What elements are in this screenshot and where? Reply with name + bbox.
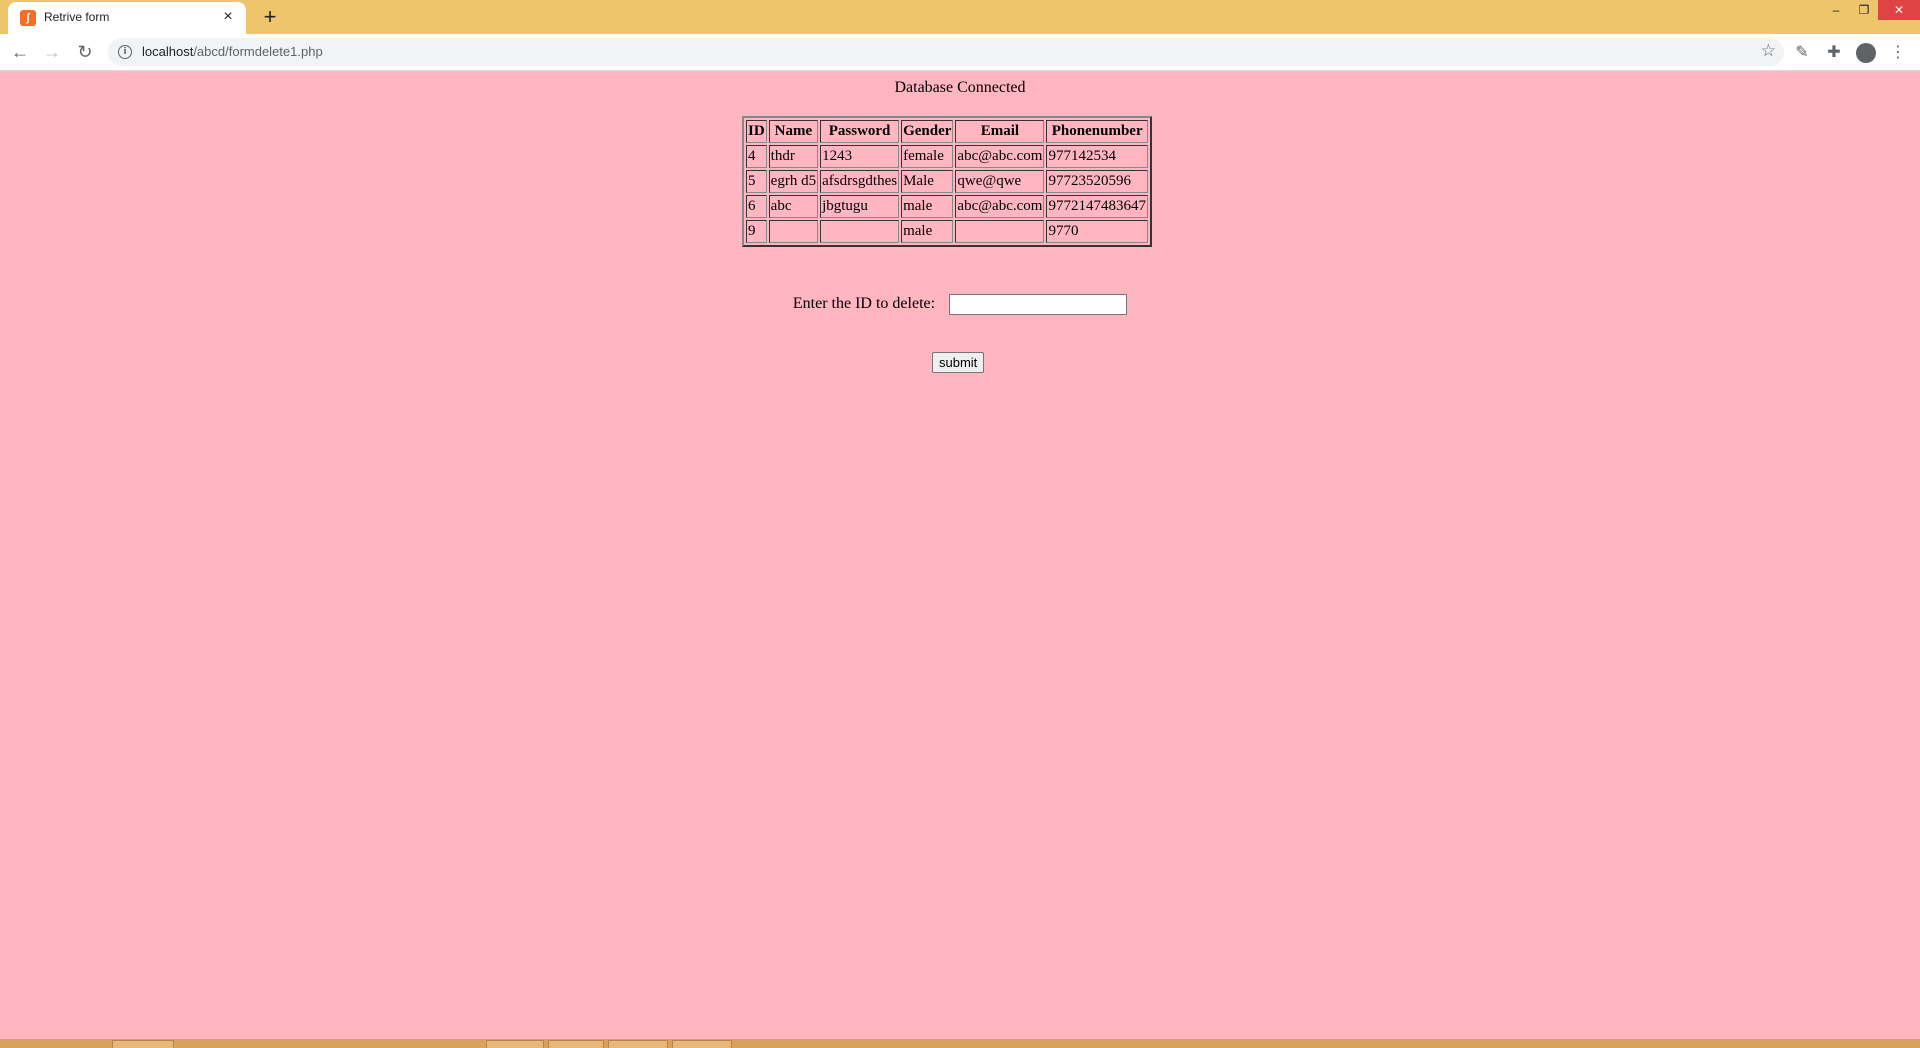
info-icon[interactable]: i — [118, 45, 132, 59]
column-header-phonenumber: Phonenumber — [1046, 120, 1148, 143]
cell-phonenumber: 97723520596 — [1046, 170, 1148, 193]
extensions-icon[interactable]: ✚ — [1822, 40, 1846, 64]
minimize-icon[interactable]: – — [1822, 0, 1850, 20]
delete-id-label: Enter the ID to delete: — [792, 295, 936, 313]
table-row: 6 abc jbgtugu male abc@abc.com 977214748… — [746, 195, 1148, 218]
reload-icon[interactable]: ↻ — [73, 40, 97, 64]
browser-window: ʃ Retrive form × + – ❐ ✕ ← → ↻ i localho… — [0, 0, 1920, 1048]
cell-email: abc@abc.com — [955, 145, 1045, 168]
delete-form-row: Enter the ID to delete: — [0, 294, 1920, 315]
column-header-name: Name — [768, 120, 819, 143]
records-table: ID Name Password Gender Email Phonenumbe… — [742, 116, 1152, 247]
cell-gender: male — [901, 220, 954, 243]
cell-phonenumber: 9772147483647 — [1046, 195, 1148, 218]
cell-email — [955, 220, 1045, 243]
cell-id: 9 — [746, 220, 767, 243]
cell-gender: male — [901, 195, 954, 218]
taskbar-item[interactable] — [486, 1040, 544, 1048]
url-path: /abcd/formdelete1.php — [193, 44, 323, 59]
cell-id: 6 — [746, 195, 767, 218]
taskbar-item[interactable] — [548, 1040, 604, 1048]
tab-close-icon[interactable]: × — [218, 7, 238, 27]
cell-name: abc — [768, 195, 819, 218]
cell-password: jbgtugu — [820, 195, 900, 218]
cell-id: 5 — [746, 170, 767, 193]
menu-icon[interactable]: ⋮ — [1886, 40, 1910, 64]
tab-retrive-form[interactable]: ʃ Retrive form × — [8, 2, 246, 34]
column-header-password: Password — [820, 120, 900, 143]
cell-id: 4 — [746, 145, 767, 168]
windows-taskbar — [0, 1039, 1920, 1048]
new-tab-button[interactable]: + — [258, 5, 282, 29]
cell-name — [768, 220, 819, 243]
cell-email: abc@abc.com — [955, 195, 1045, 218]
star-icon[interactable]: ☆ — [1761, 41, 1776, 61]
column-header-gender: Gender — [901, 120, 954, 143]
taskbar-item[interactable] — [112, 1040, 174, 1048]
browser-toolbar: ← → ↻ i localhost/abcd/formdelete1.php ☆… — [0, 34, 1920, 71]
column-header-email: Email — [955, 120, 1045, 143]
cell-gender: Male — [901, 170, 954, 193]
status-message: Database Connected — [894, 79, 1026, 96]
cell-name: egrh d5 — [768, 170, 819, 193]
page-content: Database Connected ID Name Password Gend… — [0, 71, 1920, 1039]
cell-name: thdr — [768, 145, 819, 168]
window-controls: – ❐ ✕ — [1822, 0, 1920, 20]
table-row: 9 male 9770 — [746, 220, 1148, 243]
cell-password — [820, 220, 900, 243]
xampp-favicon-icon: ʃ — [20, 10, 36, 26]
restore-icon[interactable]: ❐ — [1850, 0, 1878, 20]
profile-icon[interactable] — [1856, 43, 1876, 63]
window-close-icon[interactable]: ✕ — [1878, 0, 1920, 20]
table-header-row: ID Name Password Gender Email Phonenumbe… — [746, 120, 1148, 143]
tab-title: Retrive form — [44, 10, 110, 24]
tab-strip: ʃ Retrive form × + – ❐ ✕ — [0, 0, 1920, 34]
cell-phonenumber: 9770 — [1046, 220, 1148, 243]
cell-password: afsdrsgdthes — [820, 170, 900, 193]
cell-email: qwe@qwe — [955, 170, 1045, 193]
taskbar-item[interactable] — [672, 1040, 732, 1048]
address-bar[interactable]: i localhost/abcd/formdelete1.php ☆ — [108, 38, 1784, 66]
url-text[interactable]: localhost/abcd/formdelete1.php — [142, 44, 323, 59]
url-host: localhost — [142, 44, 194, 59]
cell-password: 1243 — [820, 145, 900, 168]
taskbar-item[interactable] — [608, 1040, 668, 1048]
table-row: 5 egrh d5 afsdrsgdthes Male qwe@qwe 9772… — [746, 170, 1148, 193]
column-header-id: ID — [746, 120, 767, 143]
table-row: 4 thdr 1243 female abc@abc.com 977142534 — [746, 145, 1148, 168]
back-icon[interactable]: ← — [8, 40, 32, 64]
cell-gender: female — [901, 145, 954, 168]
forward-icon[interactable]: → — [40, 40, 64, 64]
extension-brush-icon[interactable]: ✎ — [1790, 40, 1814, 64]
submit-button[interactable]: submit — [932, 352, 985, 373]
cell-phonenumber: 977142534 — [1046, 145, 1148, 168]
delete-id-input[interactable] — [949, 294, 1128, 315]
